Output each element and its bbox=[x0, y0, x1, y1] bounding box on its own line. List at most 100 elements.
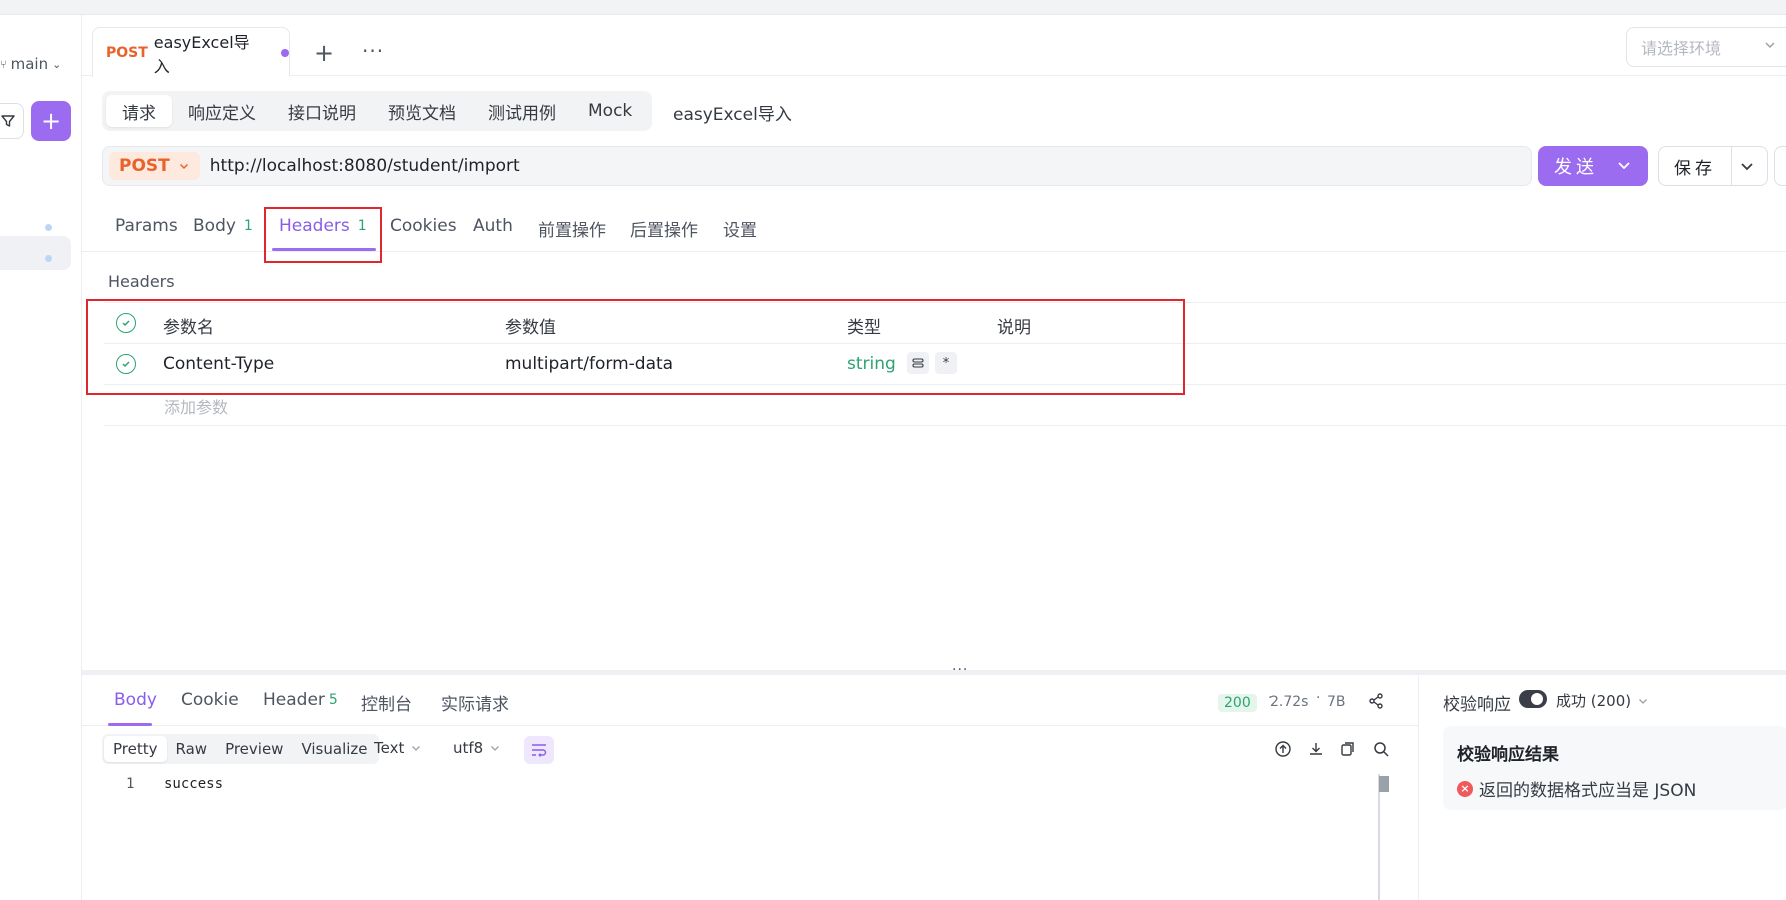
highlight-box-headers-table bbox=[86, 299, 1185, 395]
separator-dot: · bbox=[1316, 690, 1321, 706]
subtab-api-description[interactable]: 接口说明 bbox=[272, 95, 372, 127]
scrollbar-track[interactable] bbox=[1378, 774, 1380, 900]
filter-icon bbox=[1, 115, 15, 127]
plus-icon: + bbox=[40, 107, 62, 135]
branch-selector[interactable]: ⑂ main ⌄ bbox=[0, 55, 61, 73]
add-param-input[interactable]: 添加参数 bbox=[164, 394, 228, 418]
send-button[interactable]: 发送 bbox=[1538, 146, 1648, 186]
chevron-down-icon bbox=[412, 746, 421, 751]
validate-response-toggle[interactable] bbox=[1519, 690, 1547, 708]
save-label: 保存 bbox=[1674, 158, 1716, 179]
tab-title: easyExcel导入 bbox=[153, 32, 250, 76]
tab-auth-label: Auth bbox=[473, 216, 513, 236]
subtab-request[interactable]: 请求 bbox=[106, 95, 172, 127]
resp-tab-header[interactable]: Header 5 bbox=[263, 690, 338, 710]
url-input[interactable]: http://localhost:8080/student/import bbox=[210, 156, 520, 176]
chevron-down-icon[interactable] bbox=[1737, 156, 1757, 176]
left-sidebar: ⑂ main ⌄ + bbox=[0, 15, 82, 900]
format-preview[interactable]: Preview bbox=[216, 736, 292, 762]
api-name[interactable]: easyExcel导入 bbox=[673, 100, 792, 125]
resp-tab-body-label: Body bbox=[114, 690, 157, 710]
subtab-test-cases[interactable]: 测试用例 bbox=[472, 95, 572, 127]
format-raw[interactable]: Raw bbox=[167, 736, 217, 762]
subtab-response-definition[interactable]: 响应定义 bbox=[172, 95, 272, 127]
validation-panel: 校验响应 成功 (200) 校验响应结果 × 返回的数据格式应当是 JSON bbox=[1418, 676, 1786, 900]
validation-status-select[interactable]: 成功 (200) bbox=[1556, 690, 1649, 711]
document-tab-bar: POST easyExcel导入 + ··· 请选择环境 bbox=[82, 15, 1786, 77]
window-top-strip bbox=[0, 0, 1786, 15]
validate-response-label: 校验响应 bbox=[1443, 695, 1511, 715]
response-body-text[interactable]: success bbox=[164, 776, 223, 792]
tab-body[interactable]: Body 1 bbox=[193, 216, 253, 236]
unsaved-indicator bbox=[281, 48, 289, 57]
response-time: 2.72s bbox=[1270, 694, 1309, 710]
word-wrap-button[interactable] bbox=[524, 736, 554, 764]
status-dot bbox=[45, 255, 52, 262]
new-item-button[interactable]: + bbox=[31, 101, 71, 141]
validation-error-message: × 返回的数据格式应当是 JSON bbox=[1457, 776, 1696, 801]
validation-error-text: 返回的数据格式应当是 JSON bbox=[1479, 781, 1697, 801]
save-button[interactable]: 保存 bbox=[1658, 146, 1768, 186]
environment-select[interactable]: 请选择环境 bbox=[1626, 27, 1786, 67]
chevron-down-icon: ⌄ bbox=[52, 57, 62, 71]
resp-tab-body[interactable]: Body bbox=[114, 690, 157, 710]
headers-section-label: Headers bbox=[108, 272, 175, 291]
tab-auth[interactable]: Auth bbox=[473, 216, 513, 236]
format-visualize[interactable]: Visualize bbox=[292, 736, 376, 762]
resp-tab-console-label: 控制台 bbox=[361, 695, 412, 715]
tab-post-label: 后置操作 bbox=[630, 221, 698, 241]
resp-tab-header-label: Header bbox=[263, 690, 325, 710]
document-tab[interactable]: POST easyExcel导入 bbox=[92, 27, 290, 77]
scrollbar-thumb[interactable] bbox=[1379, 776, 1389, 792]
validation-status-value: 成功 (200) bbox=[1556, 692, 1632, 710]
more-actions-button[interactable] bbox=[1774, 146, 1786, 186]
subtab-preview-docs[interactable]: 预览文档 bbox=[372, 95, 472, 127]
resp-tab-actual-request[interactable]: 实际请求 bbox=[441, 690, 509, 715]
method-select[interactable]: POST bbox=[109, 152, 200, 180]
resp-tab-cookie[interactable]: Cookie bbox=[181, 690, 239, 710]
content-type-select[interactable]: Text bbox=[374, 739, 422, 757]
tab-pre-operations[interactable]: 前置操作 bbox=[538, 216, 606, 241]
upload-icon[interactable] bbox=[1273, 739, 1293, 759]
new-tab-button[interactable]: + bbox=[314, 39, 334, 67]
tab-params[interactable]: Params bbox=[115, 216, 178, 236]
format-pretty[interactable]: Pretty bbox=[104, 736, 167, 762]
branch-icon: ⑂ bbox=[0, 57, 7, 71]
chevron-down-icon bbox=[1639, 698, 1648, 704]
encoding-value: utf8 bbox=[453, 739, 484, 757]
tab-settings[interactable]: 设置 bbox=[723, 216, 757, 241]
chevron-down-icon bbox=[1765, 42, 1775, 49]
tab-pre-label: 前置操作 bbox=[538, 221, 606, 241]
url-bar: POST http://localhost:8080/student/impor… bbox=[102, 146, 1532, 186]
line-number: 1 bbox=[126, 776, 135, 792]
response-format-tabs: Pretty Raw Preview Visualize bbox=[102, 734, 379, 764]
sidebar-selected-item[interactable] bbox=[0, 236, 71, 270]
validation-result-title: 校验响应结果 bbox=[1457, 745, 1559, 765]
tab-post-operations[interactable]: 后置操作 bbox=[630, 216, 698, 241]
wrap-icon bbox=[532, 744, 547, 757]
tab-params-label: Params bbox=[115, 216, 178, 236]
branch-name: main bbox=[10, 55, 49, 73]
tab-settings-label: 设置 bbox=[723, 221, 757, 241]
more-tabs-icon[interactable]: ··· bbox=[362, 39, 384, 63]
tab-cookies[interactable]: Cookies bbox=[390, 216, 457, 236]
active-tab-underline bbox=[108, 723, 152, 726]
encoding-select[interactable]: utf8 bbox=[453, 739, 501, 757]
copy-icon[interactable] bbox=[1338, 739, 1358, 759]
content-type-value: Text bbox=[374, 739, 405, 757]
search-icon[interactable] bbox=[1371, 739, 1391, 759]
environment-placeholder: 请选择环境 bbox=[1641, 39, 1722, 58]
pane-splitter[interactable] bbox=[82, 670, 1786, 675]
resp-tab-cookie-label: Cookie bbox=[181, 690, 239, 710]
filter-button[interactable] bbox=[0, 103, 24, 139]
method-label: POST bbox=[119, 156, 170, 176]
resp-tab-console[interactable]: 控制台 bbox=[361, 690, 412, 715]
tab-cookies-label: Cookies bbox=[390, 216, 457, 236]
request-mode-tabs: 请求 响应定义 接口说明 预览文档 测试用例 Mock bbox=[102, 91, 653, 131]
download-icon[interactable] bbox=[1306, 739, 1326, 759]
share-icon[interactable] bbox=[1367, 692, 1385, 710]
chevron-down-icon bbox=[179, 163, 188, 170]
response-size: 7B bbox=[1327, 694, 1346, 710]
chevron-down-icon[interactable] bbox=[1614, 155, 1634, 175]
subtab-mock[interactable]: Mock bbox=[572, 95, 648, 127]
